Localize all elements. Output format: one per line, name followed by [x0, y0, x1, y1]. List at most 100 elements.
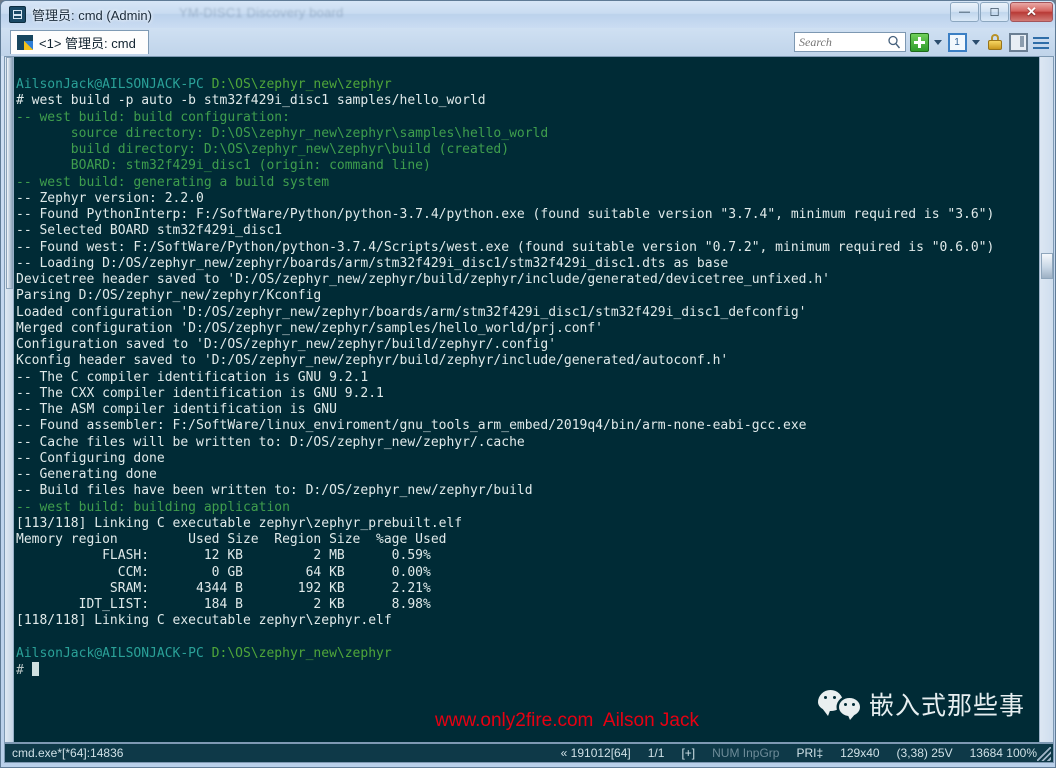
terminal-segment: [118/118] Linking C executable zephyr\ze…: [16, 613, 392, 629]
terminal-line: -- Build files have been written to: D:/…: [16, 483, 1046, 499]
search-input[interactable]: [799, 34, 887, 50]
toolbar: 1: [794, 31, 1051, 53]
terminal-segment: D:\OS\zephyr_new\zephyr: [211, 77, 392, 92]
terminal-segment: [113/118] Linking C executable zephyr\ze…: [16, 515, 463, 531]
terminal-segment: -- Loading D:/OS/zephyr_new/zephyr/board…: [16, 255, 729, 271]
terminal-segment: -- The C compiler identification is GNU …: [16, 369, 369, 385]
lock-icon: [987, 33, 1003, 52]
terminal-line: -- west build: build configuration:: [16, 110, 1046, 126]
terminal-line: [118/118] Linking C executable zephyr\ze…: [16, 613, 1046, 629]
terminal-line: -- Zephyr version: 2.2.0: [16, 191, 1046, 207]
close-button[interactable]: ✕: [1010, 2, 1053, 22]
terminal-segment: BOARD: stm32f429i_disc1 (origin: command…: [16, 158, 431, 174]
terminal-line: -- west build: generating a build system: [16, 175, 1046, 191]
terminal-line: build directory: D:\OS\zephyr_new\zephyr…: [16, 142, 1046, 158]
terminal-line: #: [16, 662, 1046, 678]
status-item: 13684 100%: [969, 746, 1037, 760]
conemu-window: 管理员: cmd (Admin) YM-DISC1 Discovery boar…: [0, 0, 1056, 768]
status-item: [+]: [681, 746, 696, 760]
terminal-line: source directory: D:\OS\zephyr_new\zephy…: [16, 126, 1046, 142]
left-scrollbar[interactable]: [5, 57, 14, 742]
cmd-tab-icon: [17, 35, 33, 50]
terminal-segment: -- west build: generating a build system: [16, 174, 330, 190]
terminal-line: -- Generating done: [16, 467, 1046, 483]
console-output-area[interactable]: AilsonJack@AILSONJACK-PC D:\OS\zephyr_ne…: [4, 56, 1054, 743]
terminal-line: Merged configuration 'D:/OS/zephyr_new/z…: [16, 321, 1046, 337]
status-process: cmd.exe*[*64]:14836: [12, 746, 124, 760]
window-title: 管理员: cmd (Admin): [32, 8, 152, 23]
status-items: « 191012[64] 1/1 [+] NUM InpGrp PRI‡ 129x40 (3…: [561, 746, 1037, 760]
title-bar[interactable]: 管理员: cmd (Admin) YM-DISC1 Discovery boar…: [1, 1, 1055, 29]
terminal-line: CCM: 0 GB 64 KB 0.00%: [16, 565, 1046, 581]
terminal-line: SRAM: 4344 B 192 KB 2.21%: [16, 581, 1046, 597]
split-pane-button[interactable]: [1008, 32, 1028, 52]
text-cursor: [31, 662, 39, 676]
terminal-segment: Merged configuration 'D:/OS/zephyr_new/z…: [16, 320, 603, 336]
status-item: PRI‡: [796, 746, 824, 760]
hamburger-menu-icon: [1032, 33, 1050, 52]
terminal-segment: -- Found west: F:/SoftWare/Python/python…: [16, 239, 995, 255]
terminal-line: -- Selected BOARD stm32f429i_disc1: [16, 223, 1046, 239]
terminal-line: Loaded configuration 'D:/OS/zephyr_new/z…: [16, 305, 1046, 321]
terminal-segment: IDT_LIST: 184 B 2 KB 8.98%: [16, 597, 431, 612]
lock-button[interactable]: [985, 32, 1005, 52]
console-number-icon: 1: [947, 32, 967, 52]
wechat-name: 嵌入式那些事: [868, 691, 1025, 720]
terminal-segment: SRAM: 4344 B 192 KB 2.21%: [16, 580, 431, 596]
terminal-segment: -- Found PythonInterp: F:/SoftWare/Pytho…: [16, 207, 995, 222]
restore-icon: ☐: [989, 6, 1000, 19]
new-console-dropdown[interactable]: [932, 32, 944, 52]
split-pane-icon: [1008, 32, 1028, 52]
resize-grip[interactable]: [1037, 747, 1051, 761]
chevron-down-icon: [972, 39, 980, 45]
terminal-line: AilsonJack@AILSONJACK-PC D:\OS\zephyr_ne…: [16, 646, 1046, 662]
terminal-segment: # west build -p auto -b stm32f429i_disc1…: [16, 93, 486, 109]
terminal-segment: -- Configuring done: [16, 450, 165, 466]
tab-label: <1> 管理员: cmd: [39, 36, 136, 51]
wechat-badge: 嵌入式那些事: [817, 686, 1025, 722]
tab-strip: <1> 管理员: cmd 1: [1, 28, 1055, 56]
search-box[interactable]: [794, 32, 906, 52]
terminal-segment: D:\OS\zephyr_new\zephyr: [211, 645, 392, 661]
terminal-segment: CCM: 0 GB 64 KB 0.00%: [16, 564, 431, 580]
active-console-dropdown[interactable]: [970, 32, 982, 52]
terminal-line: Devicetree header saved to 'D:/OS/zephyr…: [16, 272, 1046, 288]
plus-icon: [909, 32, 929, 52]
terminal-line: Parsing D:/OS/zephyr_new/zephyr/Kconfig: [16, 288, 1046, 304]
left-scrollbar-thumb[interactable]: [6, 57, 13, 289]
status-item: NUM InpGrp: [712, 746, 780, 760]
terminal-line: -- Configuring done: [16, 451, 1046, 467]
console-icon: [9, 6, 26, 23]
terminal-segment: AilsonJack@AILSONJACK-PC: [16, 77, 212, 92]
terminal-line: -- Found assembler: F:/SoftWare/linux_en…: [16, 418, 1046, 434]
terminal-line: -- west build: building application: [16, 500, 1046, 516]
new-console-button[interactable]: [909, 32, 929, 52]
wechat-logo-icon: [817, 689, 860, 720]
terminal-segment: #: [16, 663, 32, 678]
terminal-line: -- The CXX compiler identification is GN…: [16, 386, 1046, 402]
menu-button[interactable]: [1031, 32, 1051, 52]
minimize-icon: —: [959, 6, 970, 18]
terminal-segment: Configuration saved to 'D:/OS/zephyr_new…: [16, 337, 557, 352]
terminal-line: Configuration saved to 'D:/OS/zephyr_new…: [16, 337, 1046, 353]
terminal-line: Kconfig header saved to 'D:/OS/zephyr_ne…: [16, 353, 1046, 369]
minimize-button[interactable]: —: [950, 2, 979, 22]
tab-cmd[interactable]: <1> 管理员: cmd: [10, 30, 149, 54]
terminal-segment: -- Build files have been written to: D:/…: [16, 483, 533, 499]
watermark-text: www.only2fire.com Ailson Jack: [435, 710, 699, 731]
terminal-line: -- Cache files will be written to: D:/OS…: [16, 435, 1046, 451]
terminal-line: FLASH: 12 KB 2 MB 0.59%: [16, 548, 1046, 564]
terminal-segment: -- The ASM compiler identification is GN…: [16, 402, 337, 417]
maximize-button[interactable]: ☐: [980, 2, 1009, 22]
terminal-segment: -- The CXX compiler identification is GN…: [16, 385, 384, 401]
active-console-button[interactable]: 1: [947, 32, 967, 52]
status-bar: cmd.exe*[*64]:14836 « 191012[64] 1/1 [+] NU…: [4, 743, 1054, 763]
terminal-segment: FLASH: 12 KB 2 MB 0.59%: [16, 548, 431, 564]
terminal-segment: -- Zephyr version: 2.2.0: [16, 190, 204, 206]
terminal-segment: -- Found assembler: F:/SoftWare/linux_en…: [16, 418, 807, 434]
status-item: 1/1: [647, 746, 665, 760]
terminal-line: -- Found west: F:/SoftWare/Python/python…: [16, 240, 1046, 256]
chevron-down-icon: [934, 39, 942, 45]
terminal-line: BOARD: stm32f429i_disc1 (origin: command…: [16, 158, 1046, 174]
